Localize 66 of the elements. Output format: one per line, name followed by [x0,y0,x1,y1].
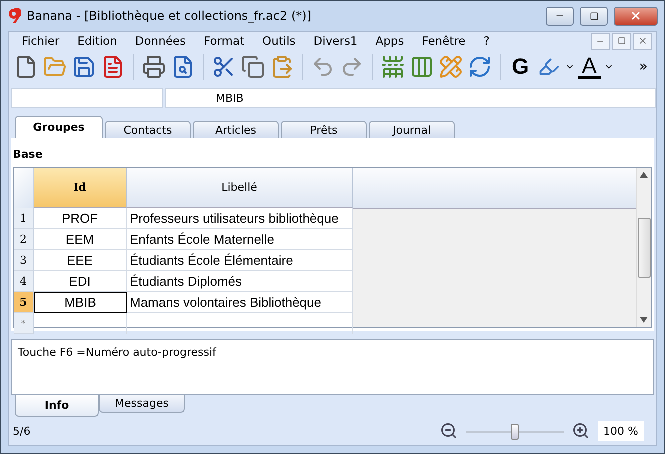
table-cell: PROF [34,208,127,229]
scroll-up-icon[interactable] [640,172,648,178]
overflow-button[interactable]: » [639,59,652,75]
font-color-button[interactable]: A [578,56,601,78]
scroll-down-icon[interactable] [640,317,648,323]
table-cell: Mamans volontaires Bibliothèque [127,292,353,313]
slider-thumb[interactable] [511,424,519,440]
row-number[interactable]: 3 [14,250,34,271]
zoom-out-icon[interactable] [440,422,458,440]
cell-address-field[interactable] [11,88,163,108]
close-button[interactable] [614,6,658,26]
window-title: Banana - [Bibliothèque et collections_fr.ac2 (*)] [27,9,312,23]
menu-item[interactable]: ? [474,34,499,48]
copy-icon[interactable] [240,53,266,81]
restore-icon [618,37,626,45]
column-header[interactable]: Id [34,168,127,208]
row-number[interactable]: 5 [14,292,34,313]
menu-item[interactable]: Divers1 [304,34,367,48]
zoom-in-icon[interactable] [572,422,590,440]
cell-content-field[interactable]: MBIB [165,88,656,108]
tab[interactable]: Groupes [15,116,103,138]
row-number[interactable]: 4 [14,271,34,292]
row-number[interactable]: 1 [14,208,34,229]
tab[interactable]: Articles [193,121,279,138]
table-cell: Enfants École Maternelle [127,229,353,250]
table-cell: Étudiants Diplomés [127,271,353,292]
menu-item[interactable]: Format [195,34,254,48]
view-label: Base [12,147,44,163]
menu-item[interactable]: Apps [366,34,414,48]
table-cell: EEM [34,229,127,250]
menu-item[interactable]: Edition [68,34,126,48]
tab[interactable]: Info [15,395,99,417]
printer-icon[interactable] [141,53,167,81]
close-icon [638,36,648,46]
app-logo-icon [7,8,21,24]
tab[interactable]: Journal [369,121,455,138]
close-icon [630,10,642,22]
scrollbar-thumb[interactable] [638,218,650,278]
menu-item[interactable]: Données [126,34,196,48]
table-cell: Étudiants École Élémentaire [127,250,353,271]
menu-item[interactable]: Fenêtre [413,34,475,48]
close-button[interactable] [633,32,652,50]
new-row-marker: * [14,313,34,334]
table-cell: EEE [34,250,127,271]
row-number[interactable]: 2 [14,229,34,250]
bold-button[interactable]: G [508,54,534,80]
tab[interactable]: Prêts [281,121,367,138]
table-cell: MBIB [34,292,127,313]
table-corner [14,168,34,209]
tab[interactable]: Contacts [105,121,191,138]
minimize-button[interactable] [546,6,574,26]
maximize-icon [590,12,598,20]
column-header[interactable]: Libellé [127,168,353,208]
restore-button[interactable] [612,32,631,50]
menu-item[interactable]: Outils [254,34,305,48]
tab[interactable]: Messages [99,395,185,413]
table-cell: EDI [34,271,127,292]
vertical-scrollbar[interactable] [636,168,651,327]
zoom-slider[interactable] [466,424,564,438]
info-text: Touche F6 =Numéro auto-progressif [11,339,654,395]
menu-item[interactable]: Fichier [13,34,69,48]
table-cell: Professeurs utilisateurs bibliothèque [127,208,353,229]
pencil-ruler-icon[interactable] [438,53,464,81]
zoom-field[interactable]: 100 % [598,421,644,441]
record-position: 5/6 [13,424,31,438]
maximize-button[interactable] [580,6,608,26]
